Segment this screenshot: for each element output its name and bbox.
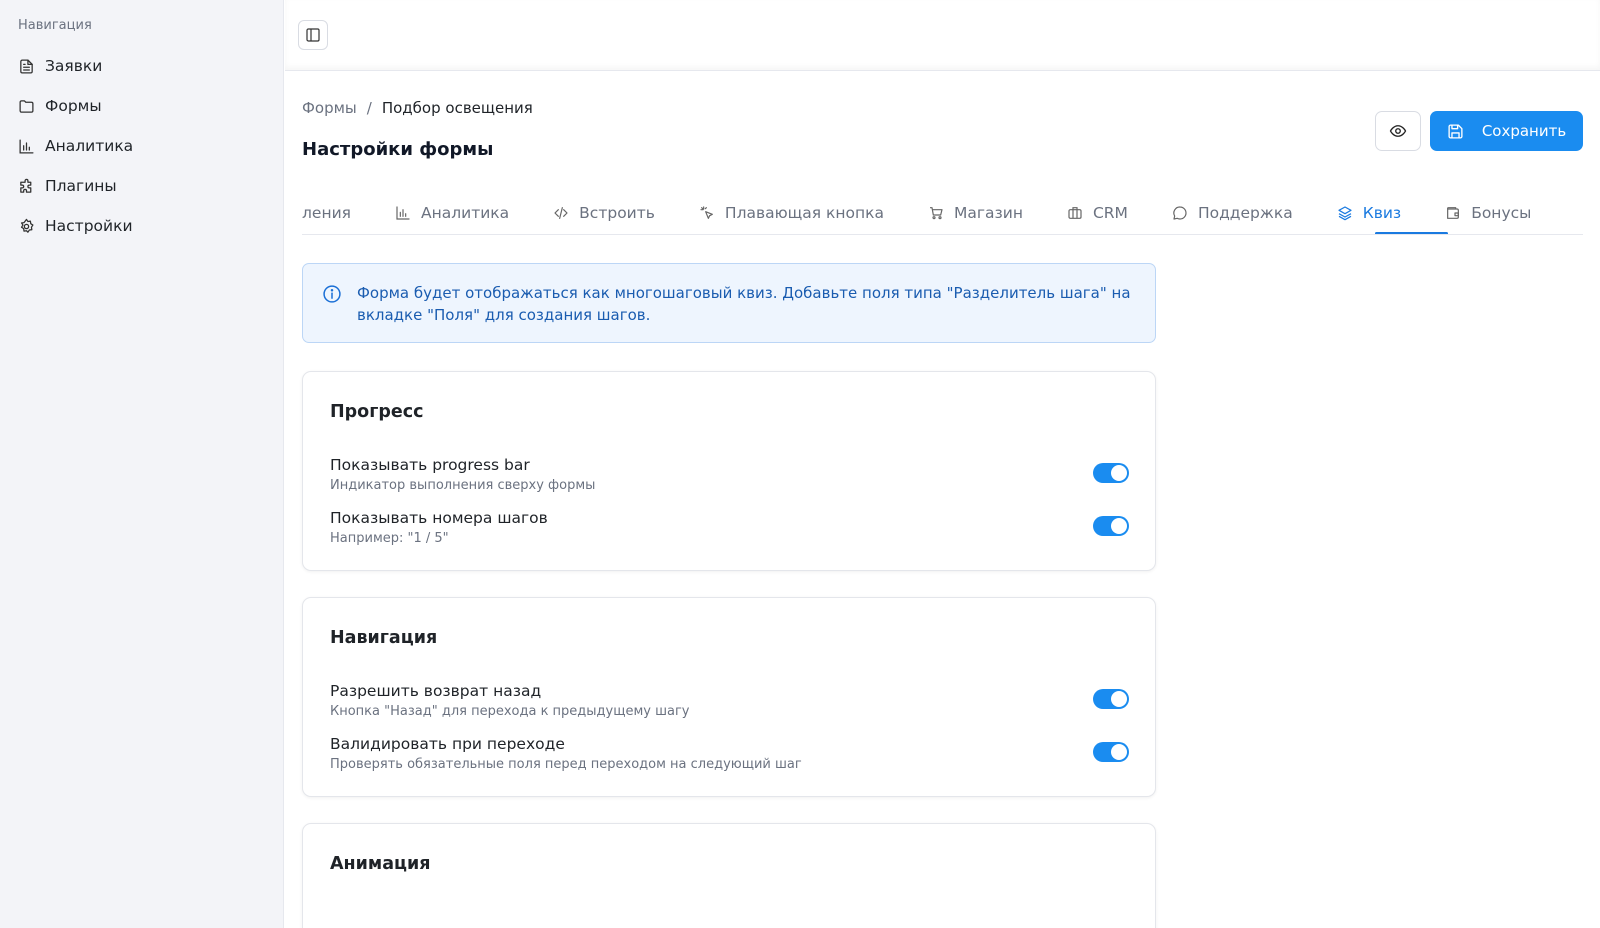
breadcrumb-parent-link[interactable]: Формы	[302, 99, 357, 117]
folder-icon	[18, 98, 35, 115]
tab-label: Магазин	[954, 203, 1023, 222]
puzzle-icon	[18, 178, 35, 195]
progress-card: Прогресс Показывать progress bar Индикат…	[302, 371, 1156, 571]
setting-description: Кнопка "Назад" для перехода к предыдущем…	[330, 704, 690, 719]
gear-icon	[18, 218, 35, 235]
setting-row: Валидировать при переходе Проверять обяз…	[330, 735, 1129, 775]
page-title: Настройки формы	[302, 139, 494, 160]
card-title: Анимация	[330, 854, 431, 874]
tab-crm[interactable]: CRM	[1045, 191, 1150, 234]
wallet-icon	[1445, 205, 1461, 221]
sidebar-item-analytics[interactable]: Аналитика	[0, 126, 284, 166]
setting-description: Например: "1 / 5"	[330, 531, 449, 546]
animation-card: Анимация	[302, 823, 1156, 928]
briefcase-icon	[1067, 205, 1083, 221]
top-bar	[285, 0, 1600, 71]
setting-label: Показывать progress bar	[330, 456, 530, 474]
sidebar-nav: Заявки Формы Аналитика Плагины Настройки	[0, 46, 284, 246]
file-text-icon	[18, 58, 35, 75]
cart-icon	[928, 205, 944, 221]
breadcrumb-current: Подбор освещения	[381, 99, 533, 117]
save-button-label: Сохранить	[1481, 122, 1567, 140]
tab-label: Квиз	[1362, 203, 1402, 222]
tab-embed[interactable]: Встроить	[531, 191, 677, 234]
alert-text: Форма будет отображаться как многошаговы…	[357, 284, 1131, 324]
layers-icon	[1337, 205, 1353, 221]
tab-support[interactable]: Поддержка	[1150, 191, 1315, 234]
save-icon	[1447, 123, 1464, 140]
settings-tabs: Уведомления Аналитика Встроить Плавающая…	[302, 191, 1583, 235]
show-progress-bar-toggle[interactable]	[1093, 463, 1129, 483]
tab-label: Плавающая кнопка	[724, 203, 884, 222]
setting-label: Разрешить возврат назад	[330, 682, 542, 700]
tab-label: Уведомления	[302, 203, 351, 222]
active-tab-indicator	[1375, 232, 1448, 234]
setting-label: Показывать номера шагов	[330, 509, 548, 527]
setting-row: Показывать номера шагов Например: "1 / 5…	[330, 509, 1129, 549]
breadcrumb-separator: /	[366, 99, 372, 117]
tab-shop[interactable]: Магазин	[906, 191, 1045, 234]
info-icon	[322, 284, 342, 304]
tab-analytics[interactable]: Аналитика	[373, 191, 531, 234]
sidebar-item-label: Аналитика	[45, 137, 134, 155]
tab-notifications[interactable]: Уведомления	[302, 191, 373, 234]
main-content: Формы / Подбор освещения Настройки формы…	[285, 71, 1600, 928]
sidebar-item-label: Заявки	[45, 57, 103, 75]
sidebar-item-label: Настройки	[45, 217, 133, 235]
sidebar-item-requests[interactable]: Заявки	[0, 46, 284, 86]
code-icon	[553, 205, 569, 221]
tab-bonuses[interactable]: Бонусы	[1423, 191, 1553, 234]
tab-label: Аналитика	[420, 203, 510, 222]
tab-label: Встроить	[579, 203, 655, 222]
preview-button[interactable]	[1375, 111, 1421, 151]
chat-icon	[1172, 205, 1188, 221]
tab-label: CRM	[1092, 203, 1128, 222]
sidebar-item-label: Плагины	[45, 177, 117, 195]
tab-quiz[interactable]: Квиз	[1315, 191, 1423, 234]
pointer-click-icon	[699, 205, 715, 221]
sidebar-item-forms[interactable]: Формы	[0, 86, 284, 126]
setting-description: Проверять обязательные поля перед перехо…	[330, 757, 802, 772]
setting-description: Индикатор выполнения сверху формы	[330, 478, 596, 493]
tab-label: Поддержка	[1197, 203, 1293, 222]
setting-row: Разрешить возврат назад Кнопка "Назад" д…	[330, 682, 1129, 722]
allow-back-toggle[interactable]	[1093, 689, 1129, 709]
breadcrumb: Формы / Подбор освещения	[302, 99, 533, 117]
card-title: Прогресс	[330, 402, 424, 422]
eye-icon	[1389, 122, 1407, 140]
save-button[interactable]: Сохранить	[1430, 111, 1583, 151]
info-alert: Форма будет отображаться как многошаговы…	[302, 263, 1156, 343]
setting-label: Валидировать при переходе	[330, 735, 565, 753]
card-title: Навигация	[330, 628, 438, 648]
validate-on-step-toggle[interactable]	[1093, 742, 1129, 762]
sidebar-item-plugins[interactable]: Плагины	[0, 166, 284, 206]
navigation-card: Навигация Разрешить возврат назад Кнопка…	[302, 597, 1156, 797]
bar-chart-icon	[18, 138, 35, 155]
sidebar-toggle-button[interactable]	[298, 20, 328, 50]
sidebar-item-settings[interactable]: Настройки	[0, 206, 284, 246]
sidebar: Навигация Заявки Формы Аналитика Плагины	[0, 0, 284, 928]
setting-row: Показывать progress bar Индикатор выполн…	[330, 456, 1129, 496]
bar-chart-icon	[395, 205, 411, 221]
tab-floating-button[interactable]: Плавающая кнопка	[677, 191, 906, 234]
sidebar-item-label: Формы	[45, 97, 102, 115]
show-step-numbers-toggle[interactable]	[1093, 516, 1129, 536]
sidebar-title: Навигация	[18, 18, 92, 33]
tab-label: Бонусы	[1471, 203, 1532, 222]
panel-left-icon	[305, 27, 321, 43]
